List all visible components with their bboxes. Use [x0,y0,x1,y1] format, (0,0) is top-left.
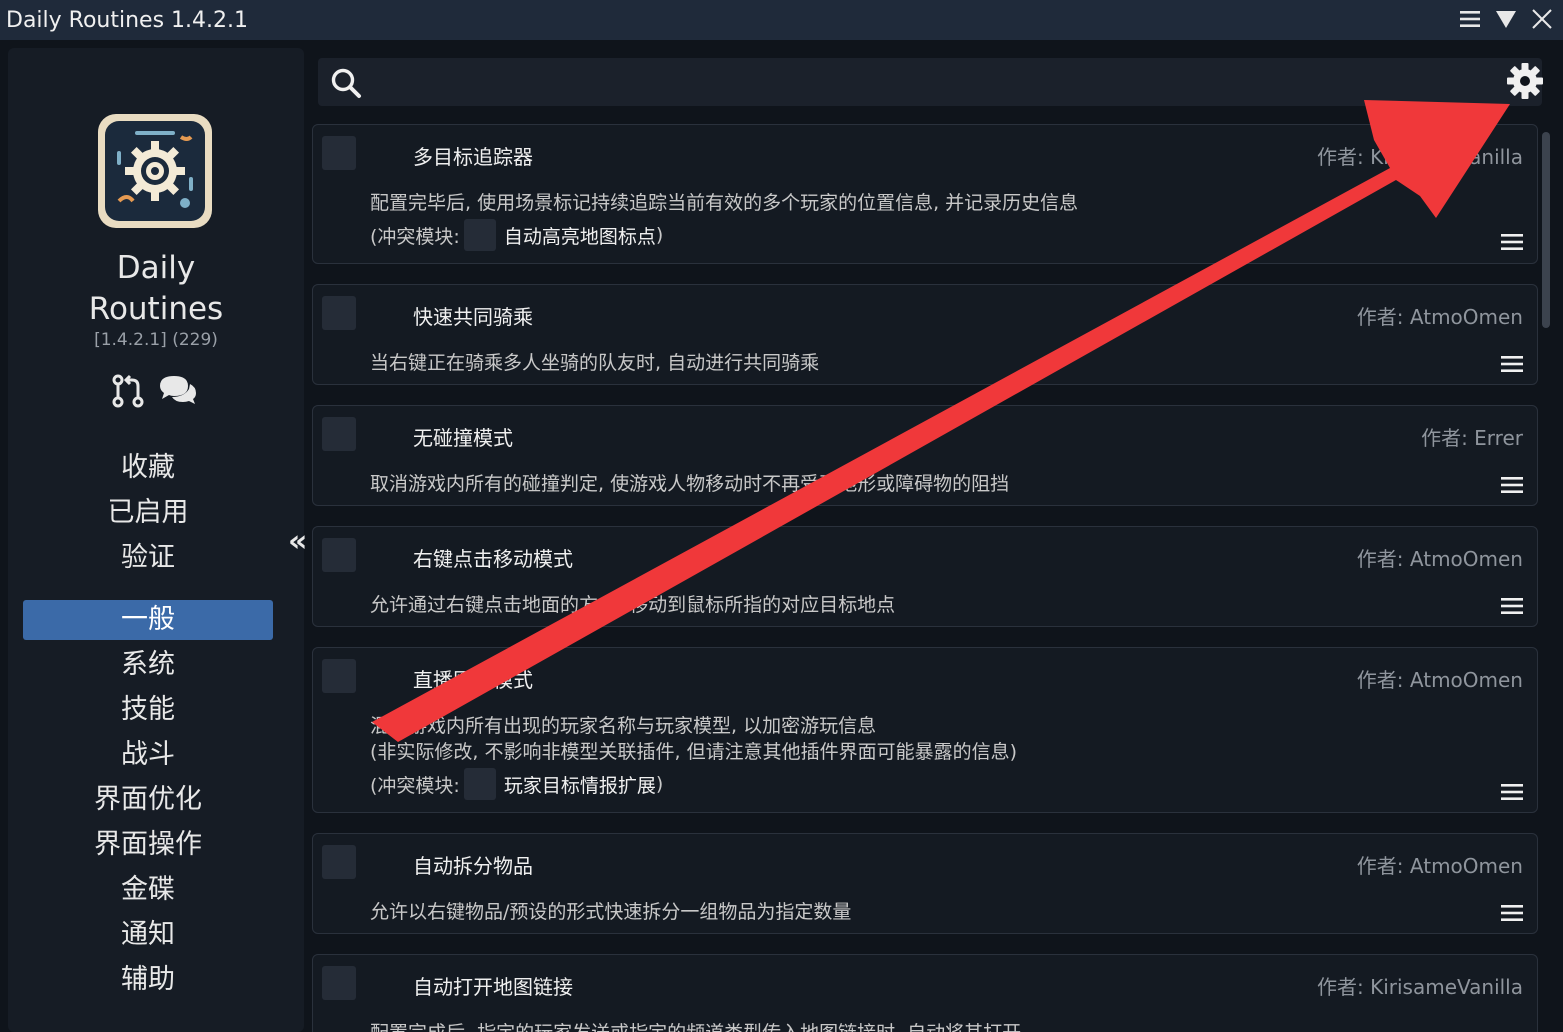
category-general[interactable]: 一般 [23,600,273,640]
hamburger-icon[interactable] [1457,6,1483,32]
module-card: 快速共同骑乘 作者: AtmoOmen 当右键正在骑乘多人坐骑的队友时, 自动进… [312,284,1538,385]
module-description: 取消游戏内所有的碰撞判定, 使游戏人物移动时不再受到地形或障碍物的阻挡 [370,473,1010,495]
app-logo [98,114,212,228]
module-description: 混淆游戏内所有出现的玩家名称与玩家模型, 以加密游玩信息 [370,715,877,737]
module-author: 作者: AtmoOmen [1356,854,1523,878]
module-conflict: (冲突模块: 自动高亮地图标点 ) [370,219,663,251]
nav-enabled[interactable]: 已启用 [23,493,273,533]
hamburger-menu-icon[interactable] [1501,233,1523,255]
module-description: 允许以右键物品/预设的形式快速拆分一组物品为指定数量 [370,901,852,923]
module-card: 自动拆分物品 作者: AtmoOmen 允许以右键物品/预设的形式快速拆分一组物… [312,833,1538,934]
triangle-down-icon[interactable] [1493,6,1519,32]
category-skills[interactable]: 技能 [23,690,273,730]
module-enable-checkbox[interactable] [322,136,356,170]
module-author: 作者: KirisameVanilla [1317,975,1523,999]
module-author: 作者: KirisameVanilla [1317,145,1523,169]
title-bar-buttons [1457,6,1555,32]
nav-favorites[interactable]: 收藏 [23,448,273,488]
module-enable-checkbox[interactable] [322,659,356,693]
search-input[interactable] [376,64,1480,102]
module-card: 右键点击移动模式 作者: AtmoOmen 允许通过右键点击地面的方式, 移动到… [312,526,1538,627]
module-author: 作者: AtmoOmen [1356,547,1523,571]
module-enable-checkbox[interactable] [322,538,356,572]
conflict-suffix: ) [655,224,664,246]
category-combat[interactable]: 战斗 [23,735,273,775]
search-bar [318,58,1542,106]
sidebar: Daily Routines [1.4.2.1] (229) 收藏 已启用 验证… [8,48,307,1032]
module-card: 自动打开地图链接 作者: KirisameVanilla 配置完成后, 指定的玩… [312,954,1538,1032]
hamburger-menu-icon[interactable] [1501,904,1523,926]
sidebar-icon-row [112,374,198,412]
module-author: 作者: AtmoOmen [1356,668,1523,692]
conflict-prefix: (冲突模块: [370,225,460,248]
module-card: 直播匿名模式 作者: AtmoOmen 混淆游戏内所有出现的玩家名称与玩家模型,… [312,647,1538,813]
nav-verify[interactable]: 验证 [23,538,273,578]
module-author: 作者: Errer [1421,426,1523,450]
category-ui-operation[interactable]: 界面操作 [23,825,273,865]
category-ui-optimization[interactable]: 界面优化 [23,780,273,820]
module-enable-checkbox[interactable] [322,845,356,879]
module-card: 无碰撞模式 作者: Errer 取消游戏内所有的碰撞判定, 使游戏人物移动时不再… [312,405,1538,506]
module-title: 快速共同骑乘 [413,305,533,329]
module-description: 配置完成后, 指定的玩家发送或指定的频道类型传入地图链接时, 自动将其打开 [370,1018,1021,1032]
conflict-module-name: 玩家目标情报扩展 [503,774,656,797]
module-description: 配置完毕后, 使用场景标记持续追踪当前有效的多个玩家的位置信息, 并记录历史信息 [370,192,1079,214]
module-conflict: (冲突模块: 玩家目标情报扩展 ) [370,768,663,800]
main-panel: 多目标追踪器 作者: KirisameVanilla 配置完毕后, 使用场景标记… [312,48,1556,1032]
module-description: 允许通过右键点击地面的方式, 移动到鼠标所指的对应目标地点 [370,594,896,616]
close-icon[interactable] [1529,6,1555,32]
category-system[interactable]: 系统 [23,645,273,685]
module-description-note: (非实际修改, 不影响非模型关联插件, 但请注意其他插件界面可能暴露的信息) [370,741,1017,763]
gear-icon[interactable] [1506,62,1544,104]
hamburger-menu-icon[interactable] [1501,597,1523,619]
hamburger-menu-icon[interactable] [1501,355,1523,377]
category-gold-saucer[interactable]: 金碟 [23,870,273,910]
module-title: 无碰撞模式 [413,426,513,450]
module-enable-checkbox[interactable] [322,296,356,330]
module-title: 自动拆分物品 [413,854,533,878]
module-enable-checkbox[interactable] [322,417,356,451]
app-name: Daily Routines [88,250,224,327]
module-description: 当右键正在骑乘多人坐骑的队友时, 自动进行共同骑乘 [370,352,820,374]
module-card: 多目标追踪器 作者: KirisameVanilla 配置完毕后, 使用场景标记… [312,124,1538,264]
module-author: 作者: AtmoOmen [1356,305,1523,329]
conflict-prefix: (冲突模块: [370,774,460,797]
module-title: 右键点击移动模式 [413,547,573,571]
module-title: 多目标追踪器 [413,145,533,169]
module-title: 自动打开地图链接 [413,975,573,999]
hamburger-menu-icon[interactable] [1501,476,1523,498]
gear-logo-icon [105,121,205,221]
module-title: 直播匿名模式 [413,668,533,692]
list-scrollbar[interactable] [1542,132,1550,328]
title-bar: Daily Routines 1.4.2.1 [0,0,1563,40]
search-icon[interactable] [330,67,362,103]
window-title: Daily Routines 1.4.2.1 [6,7,248,33]
chat-bubbles-icon[interactable] [158,374,198,412]
collapse-sidebar-button[interactable]: « [288,524,307,559]
conflict-module-checkbox[interactable] [463,768,496,800]
git-pull-request-icon[interactable] [112,374,144,412]
category-notification[interactable]: 通知 [23,915,273,955]
category-assist[interactable]: 辅助 [23,960,273,1000]
plugin-window: Daily Routines [1.4.2.1] (229) 收藏 已启用 验证… [0,40,1563,1032]
conflict-module-checkbox[interactable] [463,219,496,251]
module-enable-checkbox[interactable] [322,966,356,1000]
hamburger-menu-icon[interactable] [1501,783,1523,805]
module-list: 多目标追踪器 作者: KirisameVanilla 配置完毕后, 使用场景标记… [312,122,1540,1032]
conflict-suffix: ) [655,773,664,795]
conflict-module-name: 自动高亮地图标点 [503,225,656,248]
app-version: [1.4.2.1] (229) [94,330,218,350]
